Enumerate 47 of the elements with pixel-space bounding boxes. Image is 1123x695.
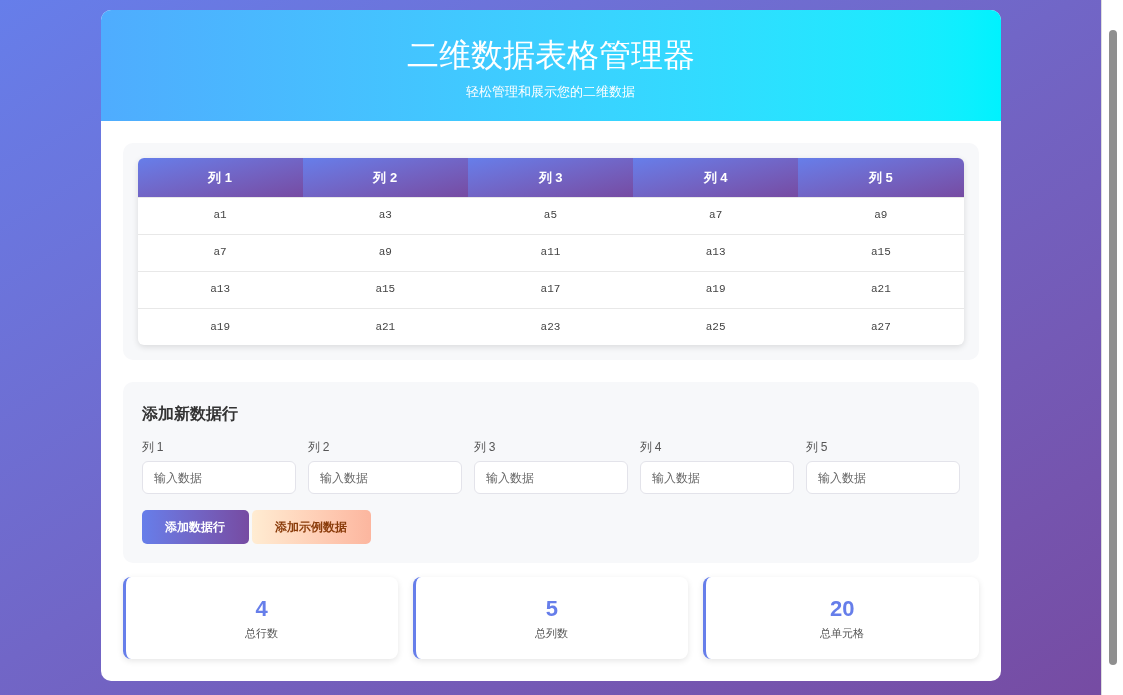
field-label: 列 2 [307, 439, 331, 456]
field-label: 列 5 [805, 439, 829, 456]
input-field[interactable]: 输入数据 [307, 461, 462, 494]
page-title: 二维数据表格管理器 [406, 36, 695, 75]
form-title: 添加新数据行 [141, 404, 239, 424]
table-cell: a19 [633, 271, 799, 308]
table-cell: a11 [467, 234, 634, 271]
table-cell: a15 [798, 234, 964, 271]
column-header: 列 4 [633, 158, 799, 197]
table-cell: a9 [798, 197, 964, 234]
field-label: 列 1 [141, 439, 165, 456]
table-cell: a21 [302, 308, 468, 345]
input-field[interactable]: 输入数据 [141, 461, 296, 494]
stat-label: 总列数 [535, 625, 569, 641]
table-cell: a13 [137, 271, 303, 308]
table-cell: a21 [798, 271, 964, 308]
input-field[interactable]: 输入数据 [639, 461, 794, 494]
table-cell: a5 [467, 197, 634, 234]
table-cell: a7 [633, 197, 799, 234]
table-cell: a3 [302, 197, 468, 234]
column-header: 列 5 [798, 158, 964, 197]
table-cell: a25 [633, 308, 799, 345]
column-header: 列 2 [302, 158, 468, 197]
table-cell: a17 [467, 271, 634, 308]
table-cell: a23 [467, 308, 634, 345]
page-subtitle: 轻松管理和展示您的二维数据 [466, 83, 635, 101]
stat-value: 20 [830, 594, 855, 623]
table-cell: a9 [302, 234, 468, 271]
stat-label: 总行数 [245, 625, 279, 641]
input-field[interactable]: 输入数据 [805, 461, 960, 494]
table-cell: a19 [137, 308, 303, 345]
scrollbar[interactable] [1101, 0, 1123, 695]
input-field[interactable]: 输入数据 [473, 461, 628, 494]
stat-label: 总单元格 [820, 625, 865, 641]
field-label: 列 3 [473, 439, 497, 456]
stat-value: 5 [545, 594, 559, 623]
action-button[interactable]: 添加数据行 [141, 510, 249, 544]
table-cell: a15 [302, 271, 468, 308]
table-cell: a1 [137, 197, 303, 234]
table-cell: a7 [137, 234, 303, 271]
table-cell: a27 [798, 308, 964, 345]
column-header: 列 1 [137, 158, 303, 197]
table-cell: a13 [633, 234, 799, 271]
column-header: 列 3 [467, 158, 634, 197]
action-button[interactable]: 添加示例数据 [251, 510, 371, 544]
stat-value: 4 [255, 594, 268, 623]
field-label: 列 4 [639, 439, 663, 456]
